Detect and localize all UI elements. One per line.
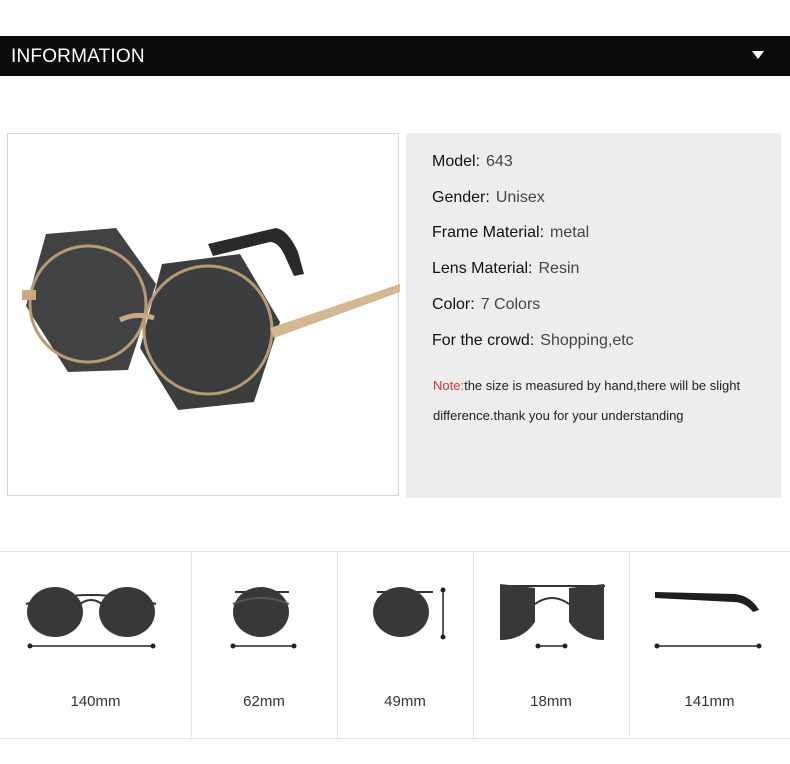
spec-model-label: Model:: [432, 153, 481, 170]
sunglasses-illustration: [22, 228, 400, 410]
spec-gender-value: Unisex: [495, 189, 545, 206]
spec-color-label: Color:: [432, 296, 475, 313]
spec-lens-material-label: Lens Material:: [432, 260, 533, 277]
dimension-bridge-width: 18mm: [473, 552, 630, 738]
bridge-width-diagram: [500, 584, 605, 649]
dimension-lens-width: 62mm: [191, 552, 338, 738]
spec-crowd-label: For the crowd:: [432, 332, 535, 349]
spec-lens-material-value: Resin: [538, 260, 580, 277]
spec-gender: Gender: Unisex: [432, 189, 545, 207]
header-title: INFORMATION: [11, 46, 145, 67]
dimension-label: 62mm: [243, 693, 285, 710]
spec-model: Model: 643: [432, 153, 513, 171]
caret-down-icon[interactable]: [752, 51, 764, 59]
dimension-label: 140mm: [70, 693, 121, 710]
spec-frame-material-label: Frame Material:: [432, 224, 545, 241]
spec-frame-material: Frame Material: metal: [432, 224, 589, 242]
dimension-lens-height: 49mm: [337, 552, 474, 738]
product-image: [7, 133, 400, 496]
spec-panel: Model: 643 Gender: Unisex Frame Material: m…: [406, 133, 781, 498]
note-text: the size is measured by hand,there will …: [433, 378, 741, 423]
dimension-temple-length: 141mm: [629, 552, 790, 738]
dimension-label: 49mm: [384, 693, 426, 710]
note-label: Note:: [433, 378, 465, 393]
information-header[interactable]: INFORMATION: [0, 36, 790, 76]
spec-crowd: For the crowd: Shopping,etc: [432, 332, 634, 350]
spec-color-value: 7 Colors: [480, 296, 541, 313]
right-lens: [140, 254, 280, 410]
spec-crowd-value: Shopping,etc: [540, 332, 634, 349]
lens-height-diagram: [373, 587, 446, 640]
spec-lens-material: Lens Material: Resin: [432, 260, 579, 278]
dimension-label: 141mm: [684, 693, 735, 710]
spec-frame-material-value: metal: [550, 224, 590, 241]
frame-width-diagram: [25, 587, 157, 649]
spec-model-value: 643: [486, 153, 513, 170]
left-hinge: [22, 290, 36, 300]
dimension-frame-width: 140mm: [0, 552, 192, 738]
dimension-row: 140mm 62mm 49mm 18mm 141mm: [0, 551, 790, 739]
dimension-label: 18mm: [530, 693, 572, 710]
spec-color: Color: 7 Colors: [432, 296, 540, 314]
temple-length-diagram: [654, 592, 762, 649]
measurement-note: Note:the size is measured by hand,there …: [433, 371, 763, 431]
spec-gender-label: Gender:: [432, 189, 490, 206]
left-lens: [26, 228, 156, 372]
near-temple: [270, 284, 400, 338]
lens-width-diagram: [230, 587, 297, 649]
